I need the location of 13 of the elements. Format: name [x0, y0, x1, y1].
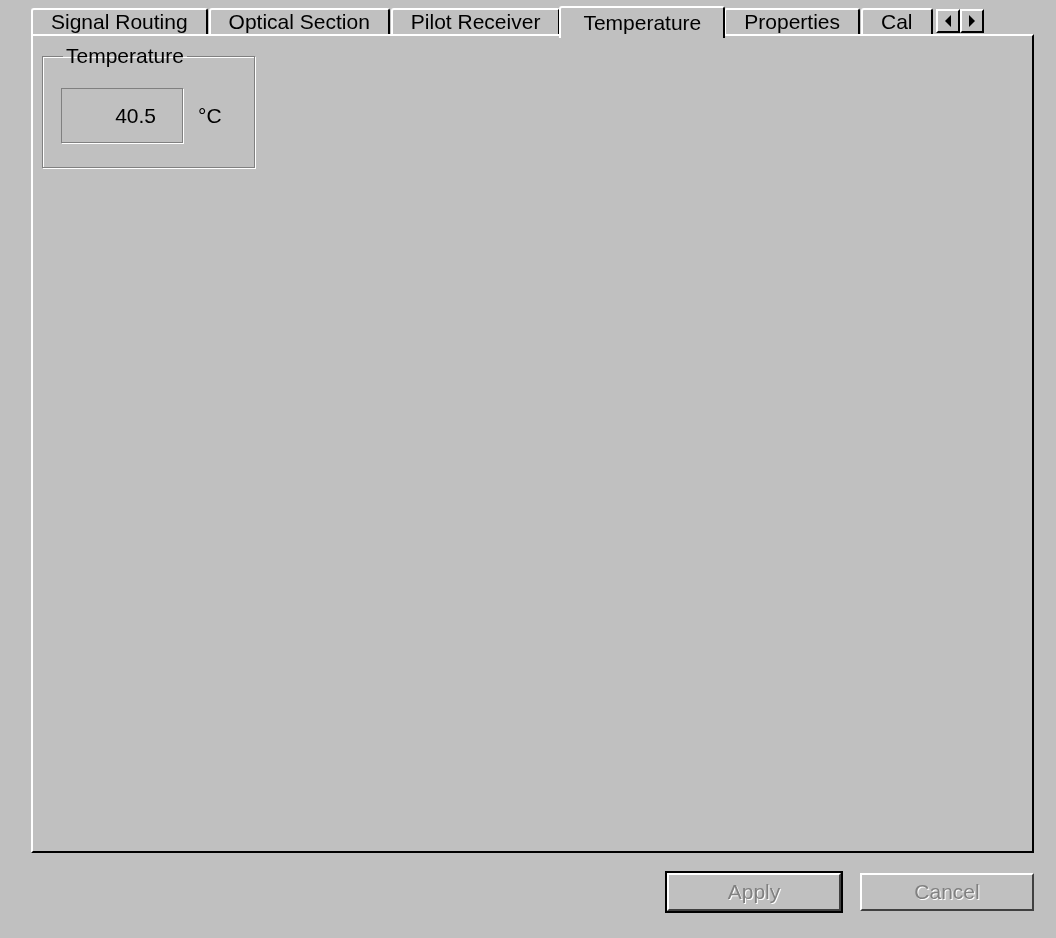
scroll-left-button[interactable]: [935, 9, 960, 33]
right-arrow-icon: [967, 15, 976, 27]
tab[interactable]: Temperature: [559, 6, 726, 38]
unit-label: °C: [198, 103, 222, 128]
tab[interactable]: Signal Routing: [31, 8, 208, 34]
tab[interactable]: Pilot Receiver: [390, 8, 561, 34]
tab[interactable]: Cal: [861, 8, 933, 34]
tab[interactable]: Optical Section: [208, 8, 390, 34]
scroll-right-button[interactable]: [959, 9, 984, 33]
temperature-field[interactable]: 40.5: [61, 88, 183, 143]
left-arrow-icon: [943, 15, 952, 27]
group-title: Temperature: [65, 44, 185, 68]
tab[interactable]: Properties: [724, 8, 860, 34]
